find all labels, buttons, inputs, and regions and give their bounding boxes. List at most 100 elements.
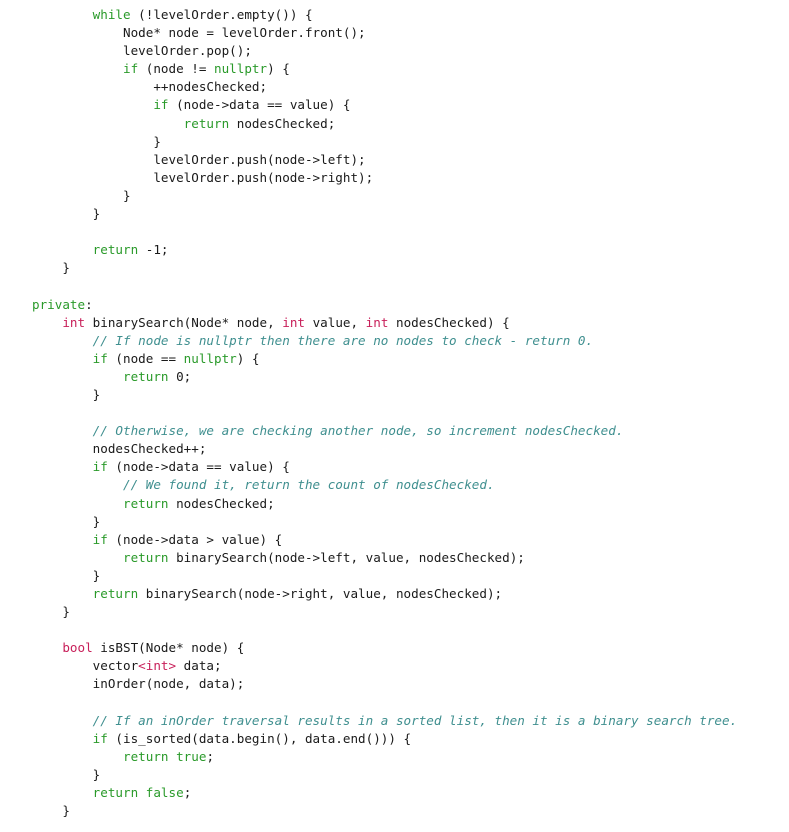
code-token: isBST(Node* node) { — [92, 640, 245, 656]
keyword-token: return — [183, 115, 230, 131]
type-token: bool — [62, 640, 93, 656]
code-line: levelOrder.pop(); — [32, 42, 737, 60]
code-token: } — [153, 133, 161, 149]
comment-token: // We found it, return the count of node… — [123, 477, 495, 493]
code-token: vector — [92, 658, 139, 674]
code-line: // If node is nullptr then there are no … — [32, 332, 737, 350]
code-token: nodesChecked) { — [388, 314, 510, 330]
code-token: (!levelOrder.empty()) { — [130, 7, 313, 22]
keyword-token: return — [123, 495, 169, 511]
code-token: binarySearch(node->left, value, nodesChe… — [168, 549, 525, 565]
code-token: nodesChecked; — [168, 495, 275, 511]
code-token: ) { — [236, 350, 260, 366]
code-token: } — [92, 206, 101, 222]
code-line: if (node->data > value) { — [32, 531, 737, 549]
keyword-token: return — [92, 785, 139, 801]
keyword-token: nullptr — [183, 350, 237, 366]
code-line: } — [32, 603, 737, 621]
keyword-token: return — [123, 368, 169, 384]
code-token: : — [85, 296, 93, 312]
code-line: } — [32, 187, 737, 205]
code-token: } — [62, 803, 70, 819]
code-line: ++nodesChecked; — [32, 78, 737, 96]
code-line: return false; — [32, 784, 737, 802]
keyword-token: if — [92, 459, 108, 475]
code-line: return -1; — [32, 241, 737, 259]
code-line: // If an inOrder traversal results in a … — [32, 712, 737, 730]
keyword-token: true — [176, 748, 207, 764]
code-token: (node->data == value) { — [107, 459, 290, 475]
code-token: nodesChecked++; — [92, 441, 207, 457]
code-line: if (node->data == value) { — [32, 96, 737, 114]
code-line: Node* node = levelOrder.front(); — [32, 24, 737, 42]
type-token: <int> — [138, 658, 177, 674]
code-line: // Otherwise, we are checking another no… — [32, 422, 737, 440]
code-line: } — [32, 133, 737, 151]
code-line: } — [32, 513, 737, 531]
code-token: ) { — [267, 61, 290, 77]
code-token: (is_sorted(data.begin(), data.end())) { — [107, 730, 412, 746]
code-line: if (node->data == value) { — [32, 458, 737, 476]
code-token: inOrder(node, data); — [92, 676, 245, 692]
keyword-token: if — [153, 97, 169, 113]
code-line: return nodesChecked; — [32, 115, 737, 133]
code-token: } — [92, 386, 101, 402]
code-line: if (node != nullptr) { — [32, 60, 737, 78]
keyword-token: return — [123, 549, 169, 565]
code-line: inOrder(node, data); — [32, 675, 737, 693]
code-token: value, — [304, 314, 366, 330]
keyword-token: nullptr — [214, 61, 268, 77]
code-line: if (is_sorted(data.begin(), data.end()))… — [32, 730, 737, 748]
code-line: } — [32, 386, 737, 404]
comment-token: // If an inOrder traversal results in a … — [92, 712, 738, 728]
comment-token: // Otherwise, we are checking another no… — [92, 423, 624, 439]
code-token: (node == — [107, 350, 184, 366]
code-token: } — [92, 513, 101, 529]
code-token: nodesChecked; — [229, 115, 336, 131]
code-token: (node != — [138, 61, 214, 77]
code-line: vector<int> data; — [32, 657, 737, 675]
code-token: } — [62, 260, 70, 276]
keyword-token: false — [145, 785, 184, 801]
code-token: } — [92, 766, 101, 782]
code-line: return true; — [32, 748, 737, 766]
code-token: (node->data == value) { — [168, 97, 351, 113]
code-line: return nodesChecked; — [32, 495, 737, 513]
comment-token: // If node is nullptr then there are no … — [92, 332, 594, 348]
code-token: levelOrder.push(node->right); — [153, 169, 374, 185]
code-line: } — [32, 567, 737, 585]
code-token: data; — [176, 658, 222, 674]
code-line: int binarySearch(Node* node, int value, … — [32, 314, 737, 332]
code-token: ; — [183, 785, 192, 801]
code-line: } — [32, 205, 737, 223]
code-line: levelOrder.push(node->left); — [32, 151, 737, 169]
code-token: (node->data > value) { — [107, 531, 283, 547]
keyword-token: return — [92, 586, 139, 601]
